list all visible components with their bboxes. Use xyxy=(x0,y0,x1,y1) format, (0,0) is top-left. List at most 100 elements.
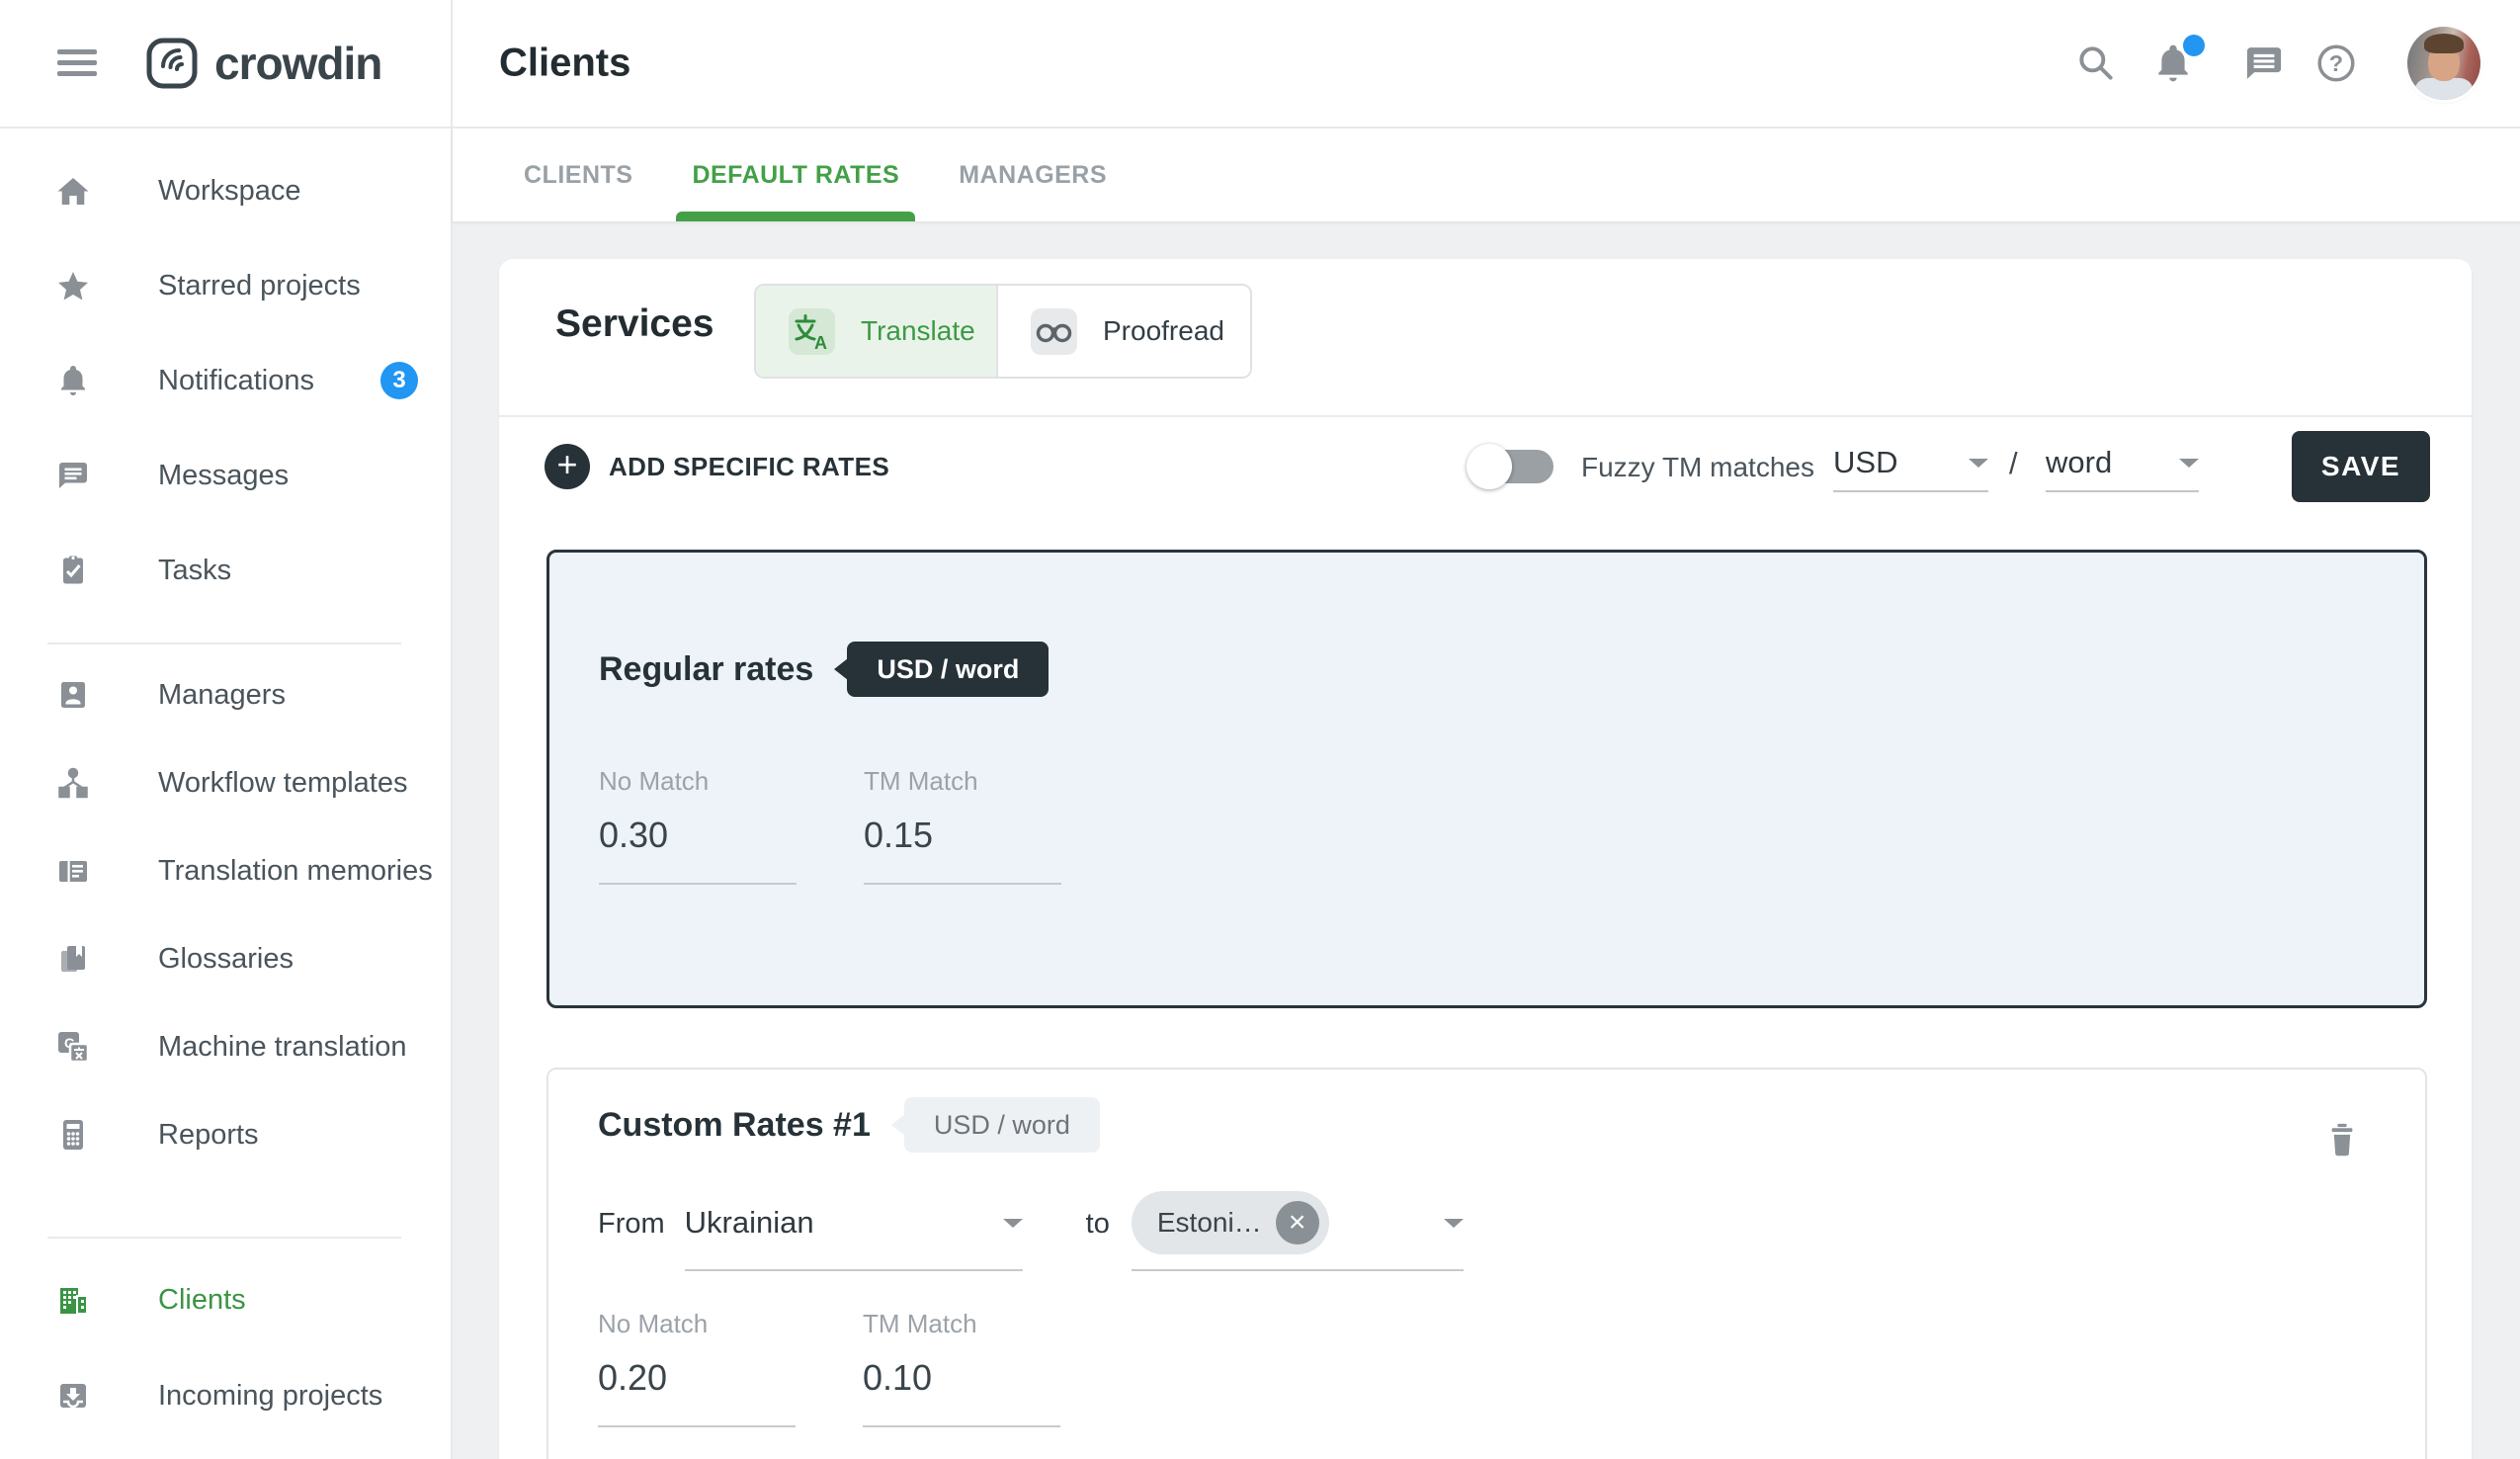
building-icon xyxy=(55,1282,91,1318)
menu-icon[interactable] xyxy=(57,49,97,76)
tab-default-rates[interactable]: DEFAULT RATES xyxy=(676,129,915,221)
rate-input[interactable]: 0.30 xyxy=(599,814,797,885)
books-icon xyxy=(55,941,91,977)
language-pair-row: From Ukrainian to Estoni… × xyxy=(598,1176,1464,1271)
sidebar-divider xyxy=(47,1237,401,1239)
unit-value: word xyxy=(2046,445,2112,480)
messages-icon[interactable] xyxy=(2242,42,2286,85)
rate-input[interactable]: 0.10 xyxy=(863,1356,1060,1427)
unit-select[interactable]: word xyxy=(2046,435,2199,492)
sidebar-item-workflow-templates[interactable]: Workflow templates xyxy=(0,738,451,827)
rate-input[interactable]: 0.15 xyxy=(864,814,1061,885)
chat-icon xyxy=(55,458,91,493)
currency-value: USD xyxy=(1833,445,1897,480)
default-rates-panel: Services A Translate xyxy=(499,259,2472,1459)
translate-service-button[interactable]: A Translate xyxy=(756,286,998,377)
sidebar-item-label: Workflow templates xyxy=(158,767,408,800)
notifications-bell-icon[interactable] xyxy=(2151,42,2195,85)
star-icon xyxy=(55,268,91,303)
rate-field-tm-match: TM Match 0.10 xyxy=(863,1309,1060,1427)
tab-managers[interactable]: MANAGERS xyxy=(943,129,1123,221)
source-language-value: Ukrainian xyxy=(685,1205,814,1241)
crowdin-logo-text: crowdin xyxy=(214,37,381,90)
sidebar-item-starred-projects[interactable]: Starred projects xyxy=(0,241,451,330)
proofread-service-button[interactable]: Proofread xyxy=(998,286,1250,377)
bell-icon xyxy=(55,363,91,398)
tab-clients[interactable]: CLIENTS xyxy=(508,129,648,221)
translate-icon: A xyxy=(789,308,835,355)
sidebar-item-notifications[interactable]: Notifications 3 xyxy=(0,336,451,425)
rate-field-label: TM Match xyxy=(863,1309,1060,1338)
rate-field-no-match: No Match 0.30 xyxy=(599,766,797,885)
regular-rates-unit-badge: USD / word xyxy=(847,642,1049,697)
currency-select[interactable]: USD xyxy=(1833,435,1988,492)
service-type-switcher: A Translate Proofread xyxy=(754,284,1252,379)
sidebar-item-label: Machine translation xyxy=(158,1031,406,1064)
source-language-select[interactable]: Ukrainian xyxy=(685,1176,1023,1271)
custom-rates-unit-badge: USD / word xyxy=(904,1097,1100,1153)
add-specific-rates-button[interactable]: ADD SPECIFIC RATES xyxy=(609,452,889,482)
sidebar-item-tasks[interactable]: Tasks xyxy=(0,526,451,615)
from-label: From xyxy=(598,1208,665,1241)
search-icon[interactable] xyxy=(2074,42,2118,85)
sidebar-item-label: Starred projects xyxy=(158,270,361,302)
add-rates-plus-icon[interactable]: + xyxy=(545,444,590,489)
tm-card-icon xyxy=(55,853,91,889)
sidebar-item-machine-translation[interactable]: G Machine translation xyxy=(0,1002,451,1091)
proofread-label: Proofread xyxy=(1103,315,1224,347)
sidebar-item-messages[interactable]: Messages xyxy=(0,431,451,520)
regular-rates-title: Regular rates xyxy=(599,650,813,689)
to-label: to xyxy=(1086,1208,1110,1241)
crowdin-app: crowdin Workspace Starred projects Notif… xyxy=(0,0,2520,1459)
sidebar-item-incoming-projects[interactable]: Incoming projects xyxy=(0,1351,451,1440)
sidebar-item-managers[interactable]: Managers xyxy=(0,650,451,739)
target-language-select[interactable]: Estoni… × xyxy=(1132,1176,1464,1271)
services-heading: Services xyxy=(555,302,714,346)
home-icon xyxy=(55,173,91,209)
sidebar-item-clients[interactable]: Clients xyxy=(0,1255,451,1344)
sidebar-item-label: Notifications xyxy=(158,365,314,397)
rates-toolbar: + ADD SPECIFIC RATES Fuzzy TM matches US… xyxy=(499,415,2472,518)
chevron-down-icon xyxy=(1444,1219,1464,1228)
sidebar-item-label: Clients xyxy=(158,1284,246,1317)
rate-field-label: No Match xyxy=(599,766,797,796)
help-icon[interactable]: ? xyxy=(2314,42,2358,85)
user-avatar[interactable] xyxy=(2407,27,2480,100)
machine-translation-icon: G xyxy=(55,1029,91,1065)
currency-unit-separator: / xyxy=(2009,446,2018,481)
clipboard-check-icon xyxy=(55,553,91,588)
svg-text:A: A xyxy=(814,333,827,353)
target-language-chip[interactable]: Estoni… × xyxy=(1132,1191,1329,1254)
notifications-count-badge: 3 xyxy=(380,362,418,399)
save-button[interactable]: SAVE xyxy=(2292,431,2430,502)
chevron-down-icon xyxy=(1969,459,1988,468)
fuzzy-tm-toggle[interactable] xyxy=(1467,444,1554,489)
sidebar-item-label: Messages xyxy=(158,460,289,492)
sidebar-item-workspace[interactable]: Workspace xyxy=(0,146,451,235)
chevron-down-icon xyxy=(2179,459,2199,468)
remove-language-icon[interactable]: × xyxy=(1276,1201,1319,1244)
person-card-icon xyxy=(55,677,91,713)
crowdin-logo[interactable]: crowdin xyxy=(145,33,381,94)
notification-dot xyxy=(2183,35,2205,56)
delete-rates-trash-icon[interactable] xyxy=(2322,1119,2362,1166)
rate-field-no-match: No Match 0.20 xyxy=(598,1309,796,1427)
glasses-icon xyxy=(1031,308,1077,355)
tab-bar: CLIENTS DEFAULT RATES MANAGERS xyxy=(453,129,2520,221)
rate-input[interactable]: 0.20 xyxy=(598,1356,796,1427)
calculator-icon xyxy=(55,1117,91,1153)
sidebar-item-label: Translation memories xyxy=(158,855,433,888)
sidebar-item-reports[interactable]: Reports xyxy=(0,1090,451,1179)
regular-rates-card: Regular rates USD / word No Match 0.30 T… xyxy=(546,550,2427,1008)
translate-label: Translate xyxy=(861,315,975,347)
rate-field-label: TM Match xyxy=(864,766,1061,796)
sidebar-item-label: Glossaries xyxy=(158,943,294,976)
crowdin-logo-icon xyxy=(145,37,199,90)
sidebar-item-glossaries[interactable]: Glossaries xyxy=(0,914,451,1003)
sidebar-item-label: Managers xyxy=(158,679,286,712)
sidebar-item-translation-memories[interactable]: Translation memories xyxy=(0,826,451,915)
content-area: Services A Translate xyxy=(453,221,2520,1459)
workflow-icon xyxy=(55,765,91,801)
chevron-down-icon xyxy=(1003,1219,1023,1228)
custom-rates-title: Custom Rates #1 xyxy=(598,1106,871,1145)
